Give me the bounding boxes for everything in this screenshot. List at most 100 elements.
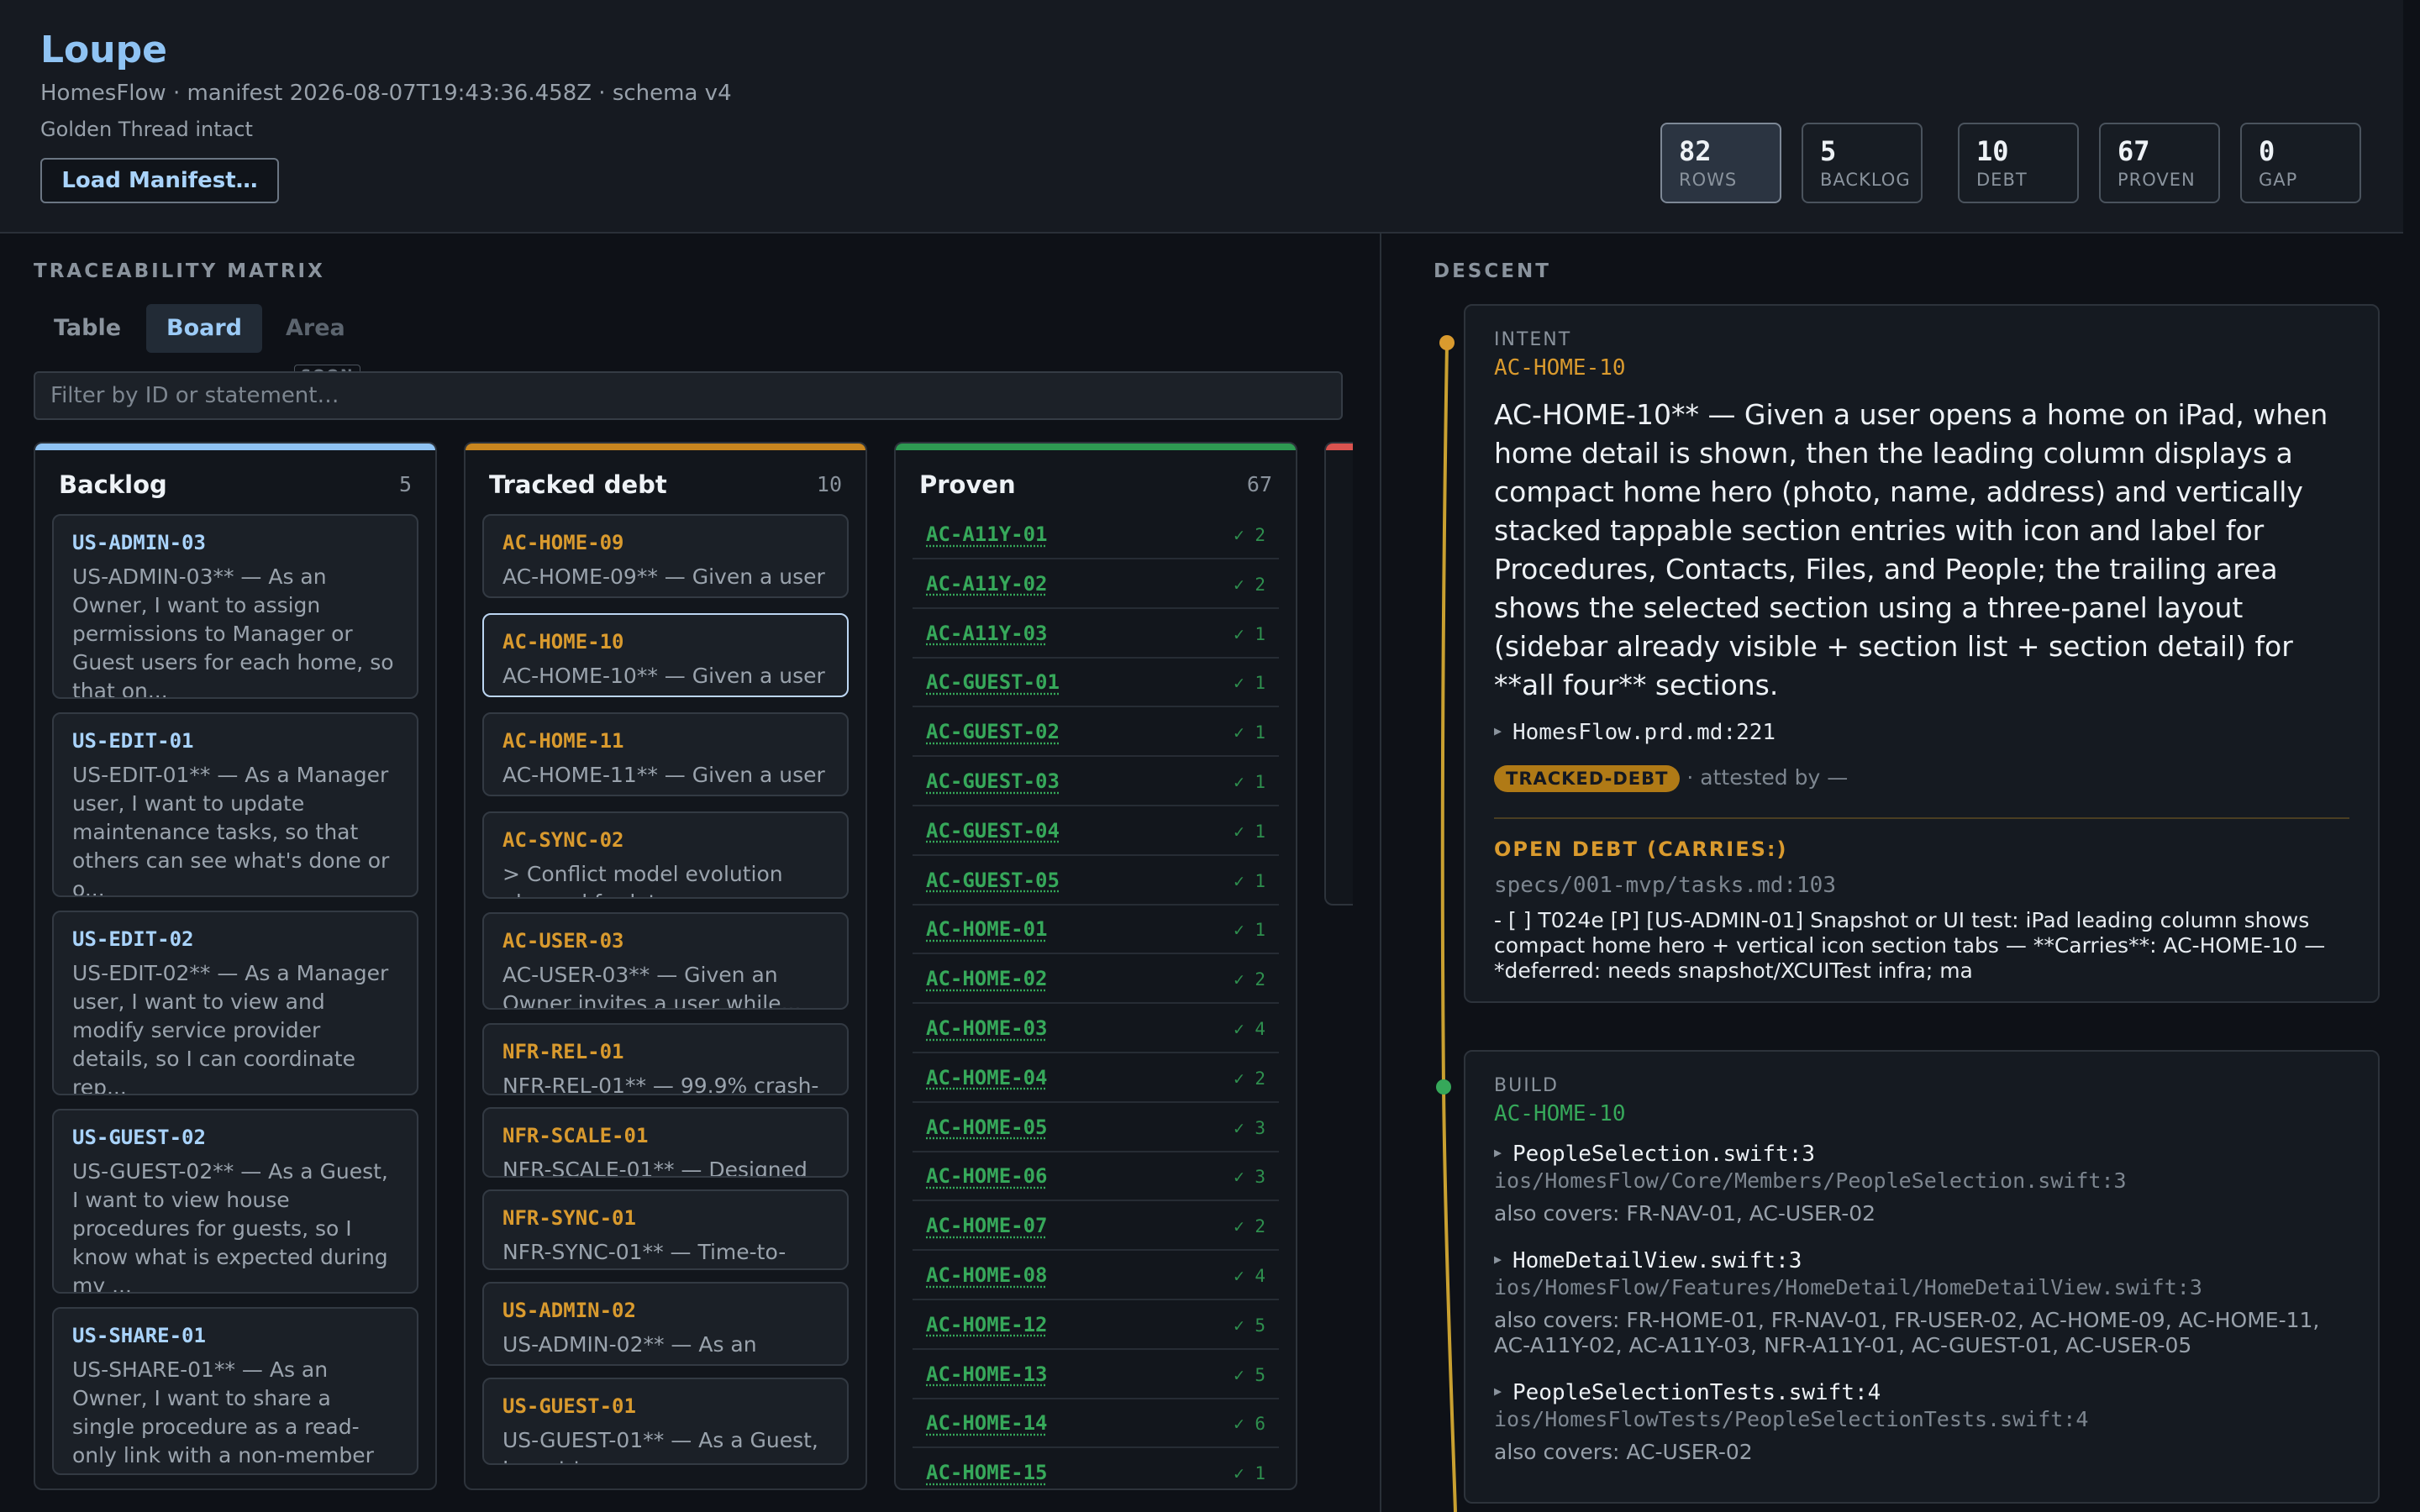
proven-row[interactable]: AC-A11Y-01 ✓ 2	[913, 512, 1279, 559]
proven-id-link[interactable]: AC-HOME-13	[926, 1362, 1048, 1386]
build-item: ▶ PeopleSelection.swift:3 ios/HomesFlow/C…	[1494, 1142, 2349, 1226]
debt-path[interactable]: specs/001-mvp/tasks.md:103	[1494, 873, 2349, 898]
debt-card[interactable]: AC-HOME-09 AC-HOME-09** — Given a user o…	[482, 514, 849, 598]
proven-id-link[interactable]: AC-GUEST-02	[926, 720, 1060, 743]
manifest-info: HomesFlow · manifest 2026-08-07T19:43:36…	[40, 81, 732, 106]
proven-row[interactable]: AC-HOME-08 ✓ 4	[913, 1253, 1279, 1300]
source-disclosure[interactable]: ▶ HomesFlow.prd.md:221	[1494, 720, 2349, 745]
proven-id-link[interactable]: AC-GUEST-05	[926, 869, 1060, 892]
card-id: US-SHARE-01	[72, 1324, 206, 1347]
proven-row[interactable]: AC-GUEST-02 ✓ 1	[913, 710, 1279, 758]
build-path: ios/HomesFlow/Features/HomeDetail/HomeDe…	[1494, 1275, 2202, 1299]
debt-card[interactable]: NFR-REL-01 NFR-REL-01** — 99.9% crash-fr…	[482, 1023, 849, 1095]
card-kicker: BUILD	[1494, 1075, 1559, 1096]
backlog-card[interactable]: US-SHARE-01 US-SHARE-01** — As an Owner,…	[52, 1307, 418, 1475]
debt-card[interactable]: AC-USER-03 AC-USER-03** — Given an Owner…	[482, 912, 849, 1010]
descent-panel: DESCENT INTENT AC-HOME-10 AC-HOME-10** —…	[1383, 234, 2403, 1512]
debt-card-selected[interactable]: AC-HOME-10 AC-HOME-10** — Given a user o…	[482, 613, 849, 697]
proven-row[interactable]: AC-HOME-13 ✓ 5	[913, 1352, 1279, 1399]
proven-id-link[interactable]: AC-A11Y-03	[926, 622, 1048, 645]
proven-row[interactable]: AC-HOME-15 ✓ 1	[913, 1451, 1279, 1488]
stat-backlog[interactable]: 5 BACKLOG	[1802, 123, 1923, 203]
build-file-disclosure[interactable]: ▶ PeopleSelectionTests.swift:4	[1494, 1380, 2349, 1405]
tab-board[interactable]: Board	[146, 304, 262, 353]
proven-id-link[interactable]: AC-HOME-04	[926, 1066, 1048, 1089]
proven-id-link[interactable]: AC-HOME-02	[926, 967, 1048, 990]
proven-id-link[interactable]: AC-HOME-06	[926, 1164, 1048, 1188]
stat-label: ROWS	[1679, 170, 1738, 190]
column-title: Proven	[919, 470, 1016, 499]
debt-card[interactable]: AC-SYNC-02 > Conflict model evolution pl…	[482, 811, 849, 899]
debt-card[interactable]: US-ADMIN-02 US-ADMIN-02** — As an Owner,…	[482, 1282, 849, 1366]
proven-id-link[interactable]: AC-A11Y-01	[926, 522, 1048, 546]
load-manifest-button[interactable]: Load Manifest…	[40, 158, 279, 203]
proven-id-link[interactable]: AC-HOME-08	[926, 1263, 1048, 1287]
column-header: Tracked debt 10	[489, 470, 842, 504]
panel-divider[interactable]	[1380, 234, 1381, 1512]
stat-proven[interactable]: 67 PROVEN	[2099, 123, 2220, 203]
proven-row[interactable]: AC-HOME-12 ✓ 5	[913, 1303, 1279, 1350]
stat-gap[interactable]: 0 GAP	[2240, 123, 2361, 203]
proven-id-link[interactable]: AC-GUEST-01	[926, 670, 1060, 694]
card-kicker: INTENT	[1494, 329, 1572, 350]
backlog-card[interactable]: US-ADMIN-03 US-ADMIN-03** — As an Owner,…	[52, 514, 418, 699]
card-text: US-GUEST-02** — As a Guest, I want to vi…	[72, 1159, 388, 1294]
proven-row[interactable]: AC-GUEST-04 ✓ 1	[913, 809, 1279, 856]
proven-row[interactable]: AC-GUEST-01 ✓ 1	[913, 660, 1279, 708]
column-header: Backlog 5	[59, 470, 412, 504]
proven-row[interactable]: AC-HOME-14 ✓ 6	[913, 1401, 1279, 1449]
disclosure-triangle-icon: ▶	[1494, 1383, 1502, 1399]
debt-card[interactable]: US-GUEST-01 US-GUEST-01** — As a Guest, …	[482, 1378, 849, 1465]
proven-id-link[interactable]: AC-HOME-01	[926, 917, 1048, 941]
backlog-card[interactable]: US-EDIT-01 US-EDIT-01** — As a Manager u…	[52, 712, 418, 897]
proof-count: ✓ 1	[1234, 920, 1265, 941]
stat-rows[interactable]: 82 ROWS	[1660, 123, 1781, 203]
debt-card[interactable]: NFR-SCALE-01 NFR-SCALE-01** — Designed f…	[482, 1107, 849, 1178]
stat-value: 0	[2259, 135, 2275, 167]
build-covers: also covers: FR-NAV-01, AC-USER-02	[1494, 1201, 1876, 1226]
backlog-card[interactable]: US-EDIT-02 US-EDIT-02** — As a Manager u…	[52, 911, 418, 1095]
proven-row[interactable]: AC-GUEST-05 ✓ 1	[913, 858, 1279, 906]
stat-value: 67	[2118, 135, 2150, 167]
build-file-disclosure[interactable]: ▶ HomeDetailView.swift:3	[1494, 1248, 2349, 1273]
proven-id-link[interactable]: AC-GUEST-04	[926, 819, 1060, 843]
proven-row[interactable]: AC-HOME-04 ✓ 2	[913, 1056, 1279, 1103]
filter-input[interactable]	[34, 371, 1343, 420]
proof-count: ✓ 2	[1234, 525, 1265, 545]
proven-row[interactable]: AC-A11Y-02 ✓ 2	[913, 562, 1279, 609]
proven-row[interactable]: AC-HOME-05 ✓ 3	[913, 1105, 1279, 1152]
proven-id-link[interactable]: AC-HOME-15	[926, 1461, 1048, 1484]
proven-id-link[interactable]: AC-A11Y-02	[926, 572, 1048, 596]
proven-id-link[interactable]: AC-HOME-07	[926, 1214, 1048, 1237]
proven-id-link[interactable]: AC-HOME-05	[926, 1116, 1048, 1139]
tab-area-label: Area	[286, 315, 345, 341]
proven-row[interactable]: AC-HOME-06 ✓ 3	[913, 1154, 1279, 1202]
proven-row[interactable]: AC-GUEST-03 ✓ 1	[913, 759, 1279, 806]
proven-row[interactable]: AC-HOME-07 ✓ 2	[913, 1204, 1279, 1252]
proven-id-link[interactable]: AC-GUEST-03	[926, 769, 1060, 793]
build-file-disclosure[interactable]: ▶ PeopleSelection.swift:3	[1494, 1142, 2349, 1167]
proven-id-link[interactable]: AC-HOME-03	[926, 1016, 1048, 1040]
column-gap-peek[interactable]	[1324, 442, 1353, 906]
proven-row[interactable]: AC-HOME-03 ✓ 4	[913, 1006, 1279, 1053]
card-text: US-EDIT-02** — As a Manager user, I want…	[72, 961, 389, 1095]
thread-node-intent	[1439, 335, 1455, 350]
card-text: AC-HOME-10** — Given a user opens a home…	[502, 664, 825, 696]
stat-value: 82	[1679, 135, 1712, 167]
proven-row[interactable]: AC-HOME-02 ✓ 2	[913, 957, 1279, 1005]
proven-id-link[interactable]: AC-HOME-12	[926, 1313, 1048, 1336]
card-text: AC-USER-03** — Given an Owner invites a …	[502, 963, 802, 1010]
stat-debt[interactable]: 10 DEBT	[1958, 123, 2079, 203]
proven-row[interactable]: AC-A11Y-03 ✓ 1	[913, 612, 1279, 659]
build-item: ▶ PeopleSelectionTests.swift:4 ios/HomesF…	[1494, 1380, 2349, 1465]
section-label: DESCENT	[1434, 260, 1551, 282]
proven-row[interactable]: AC-HOME-01 ✓ 1	[913, 907, 1279, 955]
debt-card[interactable]: AC-HOME-11 AC-HOME-11** — Given a user v…	[482, 712, 849, 796]
debt-card[interactable]: NFR-SYNC-01 NFR-SYNC-01** — Time-to-sync…	[482, 1189, 849, 1270]
backlog-card[interactable]: US-GUEST-02 US-GUEST-02** — As a Guest, …	[52, 1109, 418, 1294]
proven-id-link[interactable]: AC-HOME-14	[926, 1411, 1048, 1435]
intent-card: INTENT AC-HOME-10 AC-HOME-10** — Given a…	[1464, 304, 2380, 1003]
card-id: NFR-SYNC-01	[502, 1206, 636, 1230]
card-text: US-ADMIN-02** — As an Owner, I want to..…	[502, 1332, 757, 1364]
tab-table[interactable]: Table	[34, 304, 141, 353]
